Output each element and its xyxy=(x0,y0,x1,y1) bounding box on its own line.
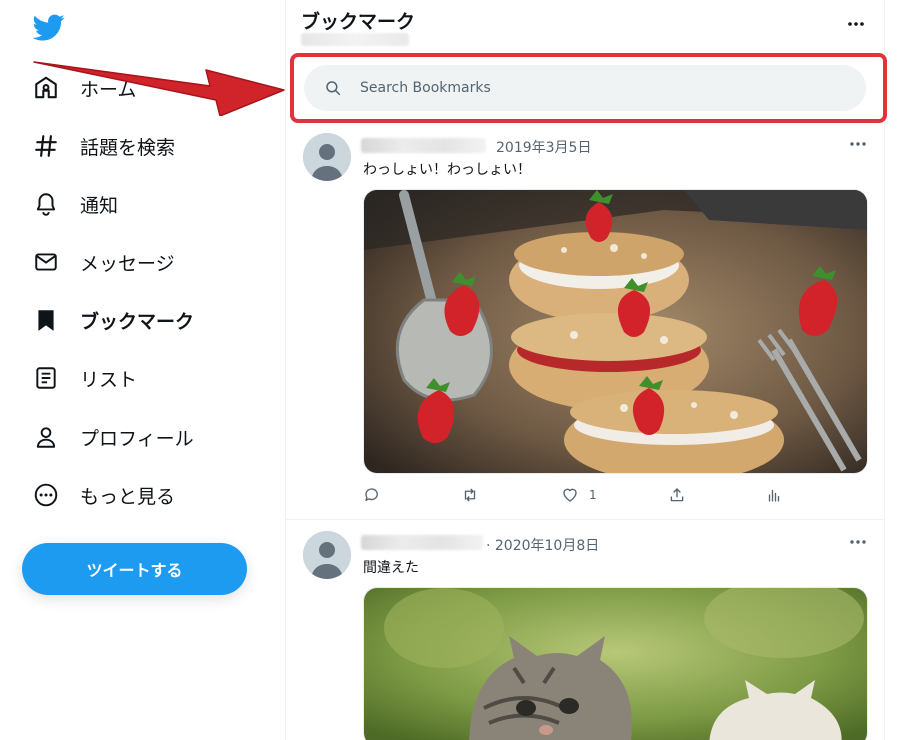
tweet-text: わっしょい！わっしょい！ xyxy=(363,162,531,178)
hashtag-icon xyxy=(22,122,70,170)
sidebar-item-label: ブックマーク xyxy=(80,310,195,333)
user-name-redacted xyxy=(361,535,483,550)
sidebar-item-lists[interactable]: リスト xyxy=(22,354,272,402)
bookmark-icon xyxy=(22,296,70,344)
sidebar: ホーム 話題を検索 通知 メッセージ ブックマーク リスト プロフィール もっと… xyxy=(0,0,285,740)
list-icon xyxy=(22,354,70,402)
user-handle-redacted xyxy=(301,33,409,46)
user-name-redacted xyxy=(361,138,486,153)
tweet-button[interactable]: ツイートする xyxy=(22,543,247,595)
sidebar-item-label: メッセージ xyxy=(80,252,175,275)
bell-icon xyxy=(22,180,70,228)
sidebar-item-notifications[interactable]: 通知 xyxy=(22,180,272,228)
search-box[interactable] xyxy=(304,65,866,111)
sidebar-item-label: 通知 xyxy=(80,194,119,217)
avatar[interactable] xyxy=(303,133,351,181)
sidebar-item-label: プロフィール xyxy=(80,427,194,450)
tweet-text: 間違えた xyxy=(363,560,419,576)
tweet-image[interactable] xyxy=(363,587,868,740)
kittens-photo xyxy=(364,588,867,740)
retweet-button[interactable] xyxy=(461,486,479,504)
more-options-icon[interactable] xyxy=(848,536,868,548)
tweet-date[interactable]: · 2020年10月8日 xyxy=(486,535,599,555)
sidebar-item-explore[interactable]: 話題を検索 xyxy=(22,122,272,170)
like-button[interactable]: 1 xyxy=(561,486,597,504)
tweet-actions: 1 xyxy=(363,486,793,508)
analytics-icon xyxy=(768,489,780,502)
tweet[interactable]: · 2020年10月8日 間違えた xyxy=(286,521,884,740)
sidebar-item-bookmarks[interactable]: ブックマーク xyxy=(22,296,272,344)
sidebar-item-label: ホーム xyxy=(80,78,137,101)
sidebar-item-home[interactable]: ホーム xyxy=(22,64,272,112)
more-options-icon[interactable] xyxy=(846,14,866,34)
tweet-image[interactable] xyxy=(363,189,868,474)
share-button[interactable] xyxy=(668,486,686,504)
sidebar-item-messages[interactable]: メッセージ xyxy=(22,238,272,286)
sidebar-item-label: 話題を検索 xyxy=(80,136,176,159)
sidebar-item-profile[interactable]: プロフィール xyxy=(22,413,272,461)
main-column: ブックマーク 2019年3月5日 わっしょい！わっしょい！ xyxy=(285,0,887,740)
heart-icon xyxy=(563,488,577,502)
more-options-icon[interactable] xyxy=(848,138,868,150)
reply-button[interactable] xyxy=(363,486,381,504)
share-icon xyxy=(670,488,684,502)
more-circle-icon xyxy=(22,471,70,519)
sidebar-item-more[interactable]: もっと見る xyxy=(22,471,272,519)
tweet[interactable]: 2019年3月5日 わっしょい！わっしょい！ 1 xyxy=(286,124,884,520)
avatar[interactable] xyxy=(303,531,351,579)
envelope-icon xyxy=(22,238,70,286)
strawberry-cream-puffs-photo xyxy=(364,190,867,473)
sidebar-item-label: リスト xyxy=(80,368,138,391)
page-title: ブックマーク xyxy=(301,11,416,33)
person-icon xyxy=(22,413,70,461)
search-input[interactable] xyxy=(360,80,840,96)
retweet-icon xyxy=(464,488,476,502)
tweet-date[interactable]: 2019年3月5日 xyxy=(496,137,591,157)
search-icon xyxy=(326,81,341,96)
twitter-bird-icon[interactable] xyxy=(33,11,65,43)
home-icon xyxy=(22,64,70,112)
reply-icon xyxy=(365,488,378,501)
like-count: 1 xyxy=(589,488,597,502)
analytics-button[interactable] xyxy=(765,486,783,504)
sidebar-item-label: もっと見る xyxy=(80,485,176,508)
